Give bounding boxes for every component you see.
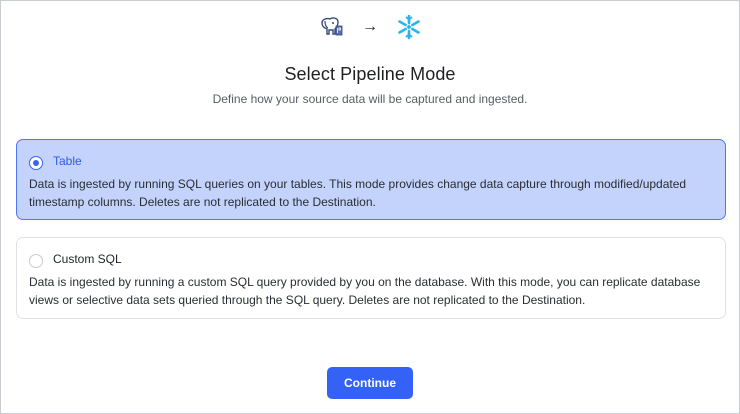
arrow-right-icon: → [362,18,378,35]
option-table[interactable]: Table Data is ingested by running SQL qu… [16,139,726,220]
page-subtitle: Define how your source data will be capt… [212,92,528,106]
pipeline-mode-dialog: → Select Pipeline Mode Define how your s… [0,0,740,414]
option-custom-sql[interactable]: Custom SQL Data is ingested by running a… [16,237,726,319]
custom-sql-radio[interactable] [29,254,43,268]
option-label: Table [53,154,82,168]
snowflake-icon [396,14,422,40]
postgresql-elephant-icon [318,16,344,38]
option-description: Data is ingested by running a custom SQL… [29,275,701,307]
option-description: Data is ingested by running SQL queries … [29,177,687,209]
option-header: Custom SQL [29,251,713,268]
page-title: Select Pipeline Mode [284,64,456,84]
table-radio[interactable] [29,156,43,170]
connector-logos: → [1,14,739,40]
continue-button[interactable]: Continue [327,367,413,399]
option-header: Table [29,153,713,170]
option-label: Custom SQL [53,252,122,266]
